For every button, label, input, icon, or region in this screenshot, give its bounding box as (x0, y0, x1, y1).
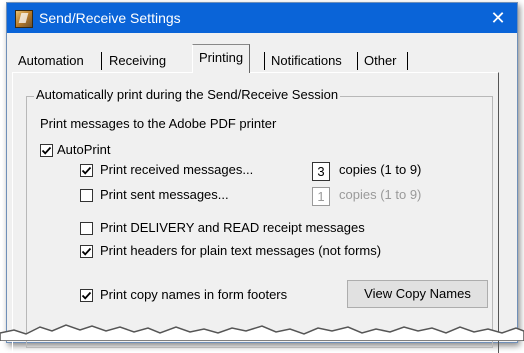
tab-receiving[interactable]: Receiving (103, 50, 172, 72)
print-sent-label: Print sent messages... (100, 187, 229, 202)
autoprint-label: AutoPrint (57, 142, 111, 157)
tab-notifications[interactable]: Notifications (265, 50, 348, 72)
autoprint-checkbox[interactable] (40, 144, 53, 157)
check-icon (81, 247, 92, 256)
printer-line: Print messages to the Adobe PDF printer (40, 116, 277, 131)
app-icon (15, 10, 33, 28)
print-receipts-label: Print DELIVERY and READ receipt messages (100, 220, 365, 235)
print-headers-checkbox[interactable] (80, 245, 93, 258)
tab-separator (407, 52, 408, 70)
print-received-checkbox[interactable] (80, 164, 93, 177)
close-button[interactable]: ✕ (485, 6, 511, 30)
tab-automation[interactable]: Automation (12, 50, 90, 72)
tab-printing[interactable]: Printing (192, 44, 251, 73)
print-headers-label: Print headers for plain text messages (n… (100, 243, 382, 258)
sent-copies-label: copies (1 to 9) (339, 187, 422, 202)
title-bar[interactable]: Send/Receive Settings ✕ (7, 3, 517, 33)
torn-edge (0, 324, 524, 341)
window-title: Send/Receive Settings (39, 10, 181, 26)
check-icon (41, 146, 52, 155)
tab-other[interactable]: Other (358, 50, 403, 72)
received-copies-label: copies (1 to 9) (339, 162, 422, 177)
check-icon (81, 166, 92, 175)
group-legend: Automatically print during the Send/Rece… (34, 87, 341, 102)
print-received-label: Print received messages... (100, 162, 254, 177)
tab-separator (101, 52, 102, 70)
received-copies-input[interactable]: 3 (312, 162, 330, 181)
sent-copies-input[interactable]: 1 (312, 187, 330, 206)
print-receipts-checkbox[interactable] (80, 222, 93, 235)
print-sent-checkbox[interactable] (80, 189, 93, 202)
